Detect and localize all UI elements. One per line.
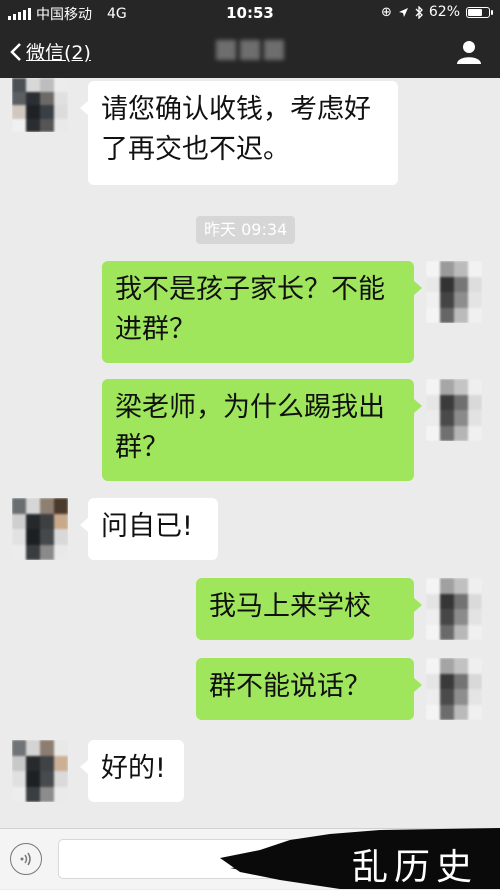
status-right: ⊕ 62% [380, 4, 493, 20]
message-bubble[interactable]: 我马上来学校 [196, 578, 422, 640]
message-timestamp: 昨天 09:34 [196, 216, 296, 244]
chat-title-blurred [200, 40, 300, 62]
avatar[interactable] [12, 740, 68, 802]
nav-bar: 微信(2) [0, 26, 500, 78]
battery-percent: 62% [428, 4, 460, 20]
watermark-text: 乱历史 [351, 847, 478, 888]
status-bar: 中国移动 4G 10:53 ⊕ 62% [0, 0, 500, 26]
chevron-left-icon [10, 42, 21, 61]
message-bubble[interactable]: 群不能说话？ [196, 658, 422, 720]
message-bubble[interactable]: 请您确认收钱，考虑好了再交也不迟。 [80, 81, 398, 185]
avatar[interactable] [12, 498, 68, 560]
voice-button[interactable] [10, 843, 42, 875]
message-bubble[interactable]: 我不是孩子家长？不能进群？ [102, 261, 422, 363]
back-button[interactable]: 微信(2) [10, 38, 91, 65]
back-label: 微信(2) [26, 42, 91, 64]
battery-icon [466, 6, 493, 18]
location-icon [398, 7, 408, 17]
avatar[interactable] [426, 379, 482, 441]
bluetooth-icon [415, 5, 423, 19]
voice-icon [20, 852, 31, 866]
message-bubble[interactable]: 好的! [80, 740, 184, 802]
avatar[interactable] [12, 78, 68, 132]
avatar[interactable] [426, 578, 482, 640]
chat-area: 请您确认收钱，考虑好了再交也不迟。 昨天 09:34 我不是孩子家长？不能进群？… [0, 78, 500, 828]
contact-icon[interactable] [456, 39, 482, 65]
message-bubble[interactable]: 梁老师，为什么踢我出群？ [102, 379, 422, 481]
rotation-lock-icon: ⊕ [380, 4, 392, 20]
avatar[interactable] [426, 658, 482, 720]
avatar[interactable] [426, 261, 482, 323]
message-bubble[interactable]: 问自已! [80, 498, 218, 560]
battery-fill [468, 8, 482, 16]
